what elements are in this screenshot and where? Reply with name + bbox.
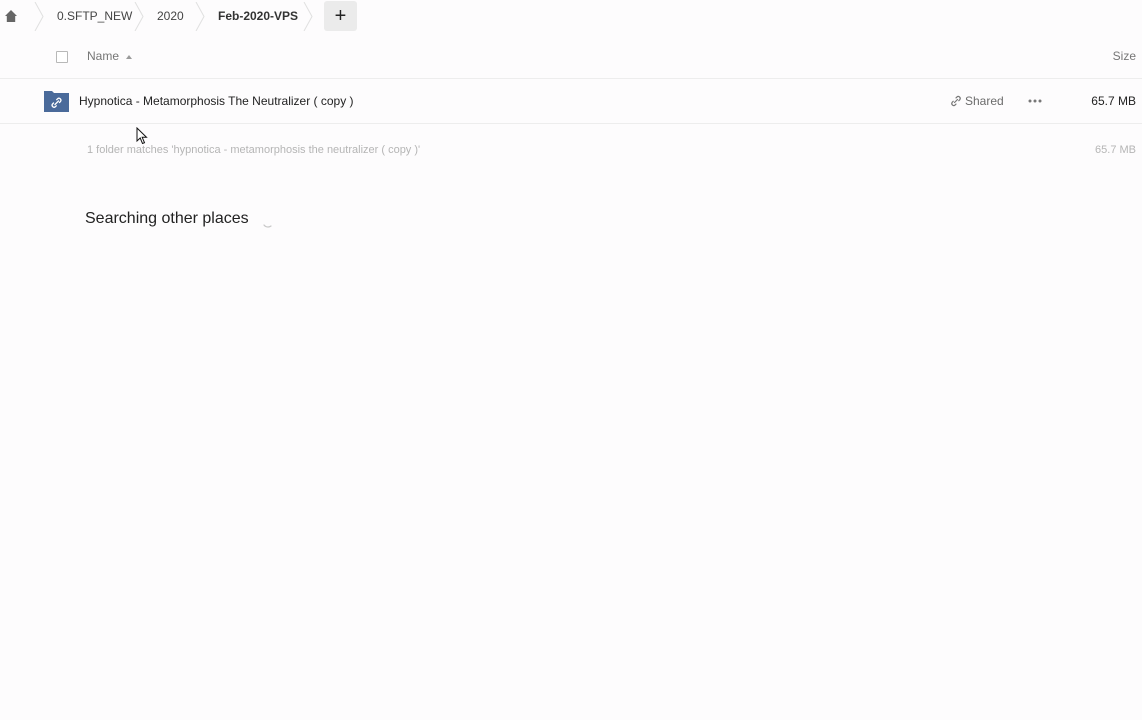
column-header-name[interactable]: Name — [87, 49, 119, 63]
home-icon[interactable] — [4, 9, 18, 23]
select-all-checkbox[interactable] — [56, 51, 68, 63]
chevron-right-icon — [34, 2, 44, 31]
chevron-right-icon — [303, 2, 313, 31]
search-summary: 1 folder matches 'hypnotica - metamorpho… — [87, 144, 421, 156]
shared-label: Shared — [965, 94, 1004, 108]
link-icon — [951, 95, 961, 107]
add-new-button[interactable]: + — [324, 1, 357, 31]
breadcrumb-item-feb-2020-vps[interactable]: Feb-2020-VPS — [218, 0, 298, 33]
table-header: Name Size — [0, 34, 1142, 79]
loading-spinner-icon — [263, 224, 272, 228]
summary-size: 65.7 MB — [1095, 144, 1136, 156]
shared-button[interactable]: Shared — [950, 94, 1004, 108]
more-options-icon[interactable] — [1027, 95, 1043, 107]
sort-ascending-icon — [126, 55, 132, 59]
breadcrumb-item-sftp-new[interactable]: 0.SFTP_NEW — [57, 0, 132, 33]
shared-link-folder-icon — [44, 91, 69, 112]
mouse-cursor-icon — [136, 127, 148, 145]
breadcrumb-item-2020[interactable]: 2020 — [157, 0, 184, 33]
file-size: 65.7 MB — [1091, 94, 1136, 108]
searching-other-places-heading: Searching other places — [85, 210, 249, 227]
column-header-size[interactable]: Size — [1113, 49, 1136, 63]
breadcrumb: 0.SFTP_NEW 2020 Feb-2020-VPS + — [0, 0, 1142, 33]
table-row[interactable]: Hypnotica - Metamorphosis The Neutralize… — [0, 79, 1142, 124]
chevron-right-icon — [134, 2, 144, 31]
chevron-right-icon — [195, 2, 205, 31]
file-name-link[interactable]: Hypnotica - Metamorphosis The Neutralize… — [79, 94, 354, 108]
